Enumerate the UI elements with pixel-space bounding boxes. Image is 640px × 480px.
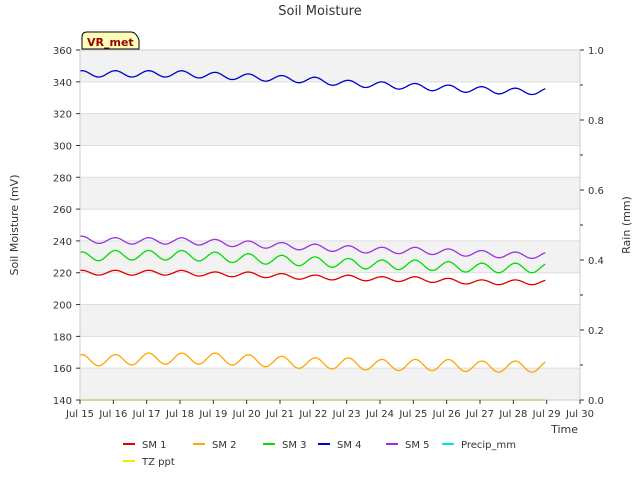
y-axis-left-label: Soil Moisture (mV) — [8, 175, 21, 276]
grid-band — [80, 240, 580, 273]
site-label: VR_met — [87, 36, 134, 49]
left-tick-label: 140 — [53, 396, 72, 407]
right-tick-label: 0.6 — [588, 186, 604, 197]
x-tick-label: Jul 23 — [332, 409, 361, 420]
left-tick-label: 320 — [53, 110, 72, 121]
x-tick-label: Jul 21 — [265, 409, 294, 420]
site-label-box: VR_met — [81, 31, 140, 50]
right-tick-label: 0.0 — [588, 396, 604, 407]
grid-band — [80, 113, 580, 146]
x-tick-label: Jul 17 — [132, 409, 161, 420]
y-axis-right-label: Rain (mm) — [620, 196, 633, 254]
right-tick-label: 1.0 — [588, 46, 604, 57]
grid-band — [80, 368, 580, 400]
x-tick-label: Jul 25 — [398, 409, 427, 420]
left-tick-label: 200 — [53, 301, 72, 312]
legend-label-sm-4: SM 4 — [337, 440, 362, 451]
x-axis-label: Time — [550, 423, 578, 436]
left-tick-label: 340 — [53, 78, 72, 89]
legend-label-sm-5: SM 5 — [405, 440, 430, 451]
x-tick-label: Jul 20 — [232, 409, 261, 420]
left-tick-label: 240 — [53, 237, 72, 248]
legend-label-sm-1: SM 1 — [142, 440, 167, 451]
left-tick-label: 180 — [53, 332, 72, 343]
grid-band — [80, 177, 580, 210]
legend-label-sm-3: SM 3 — [282, 440, 307, 451]
left-tick-label: 160 — [53, 364, 72, 375]
grid-band — [80, 50, 580, 82]
x-tick-label: Jul 22 — [298, 409, 327, 420]
right-tick-label: 0.8 — [588, 116, 604, 127]
x-tick-label: Jul 15 — [65, 409, 94, 420]
left-tick-label: 280 — [53, 173, 72, 184]
x-tick-label: Jul 29 — [532, 409, 561, 420]
legend-label-precip-mm: Precip_mm — [461, 440, 516, 451]
left-tick-label: 220 — [53, 269, 72, 280]
legend-label-tz-ppt: TZ ppt — [141, 457, 175, 468]
left-tick-label: 360 — [53, 46, 72, 57]
x-tick-label: Jul 18 — [165, 409, 194, 420]
left-tick-label: 260 — [53, 205, 72, 216]
right-tick-label: 0.2 — [588, 326, 604, 337]
right-tick-label: 0.4 — [588, 256, 604, 267]
x-tick-label: Jul 26 — [432, 409, 461, 420]
x-tick-label: Jul 28 — [498, 409, 527, 420]
x-tick-label: Jul 24 — [365, 409, 394, 420]
x-tick-label: Jul 27 — [465, 409, 494, 420]
legend-label-sm-2: SM 2 — [212, 440, 237, 451]
soil-moisture-chart: 140 160 180 200 220 240 260 280 300 320 340 360 0.0… — [0, 0, 640, 480]
chart-title: Soil Moisture — [278, 4, 362, 19]
x-tick-label: Jul 19 — [198, 409, 227, 420]
left-tick-label: 300 — [53, 141, 72, 152]
x-tick-label: Jul 16 — [98, 409, 127, 420]
grid-band — [80, 304, 580, 337]
x-tick-label: Jul 30 — [565, 409, 594, 420]
